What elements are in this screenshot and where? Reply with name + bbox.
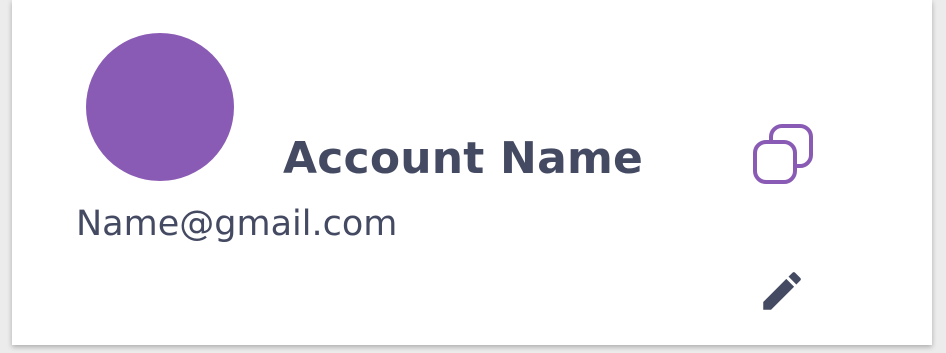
account-email: Name@gmail.com — [76, 204, 398, 244]
edit-button[interactable] — [753, 262, 811, 320]
copy-button[interactable] — [745, 118, 821, 194]
pencil-icon — [757, 266, 807, 316]
avatar — [86, 33, 234, 181]
account-card: Account Name Name@gmail.com — [12, 0, 932, 345]
account-name: Account Name — [283, 133, 644, 184]
copy-icon — [748, 121, 818, 191]
